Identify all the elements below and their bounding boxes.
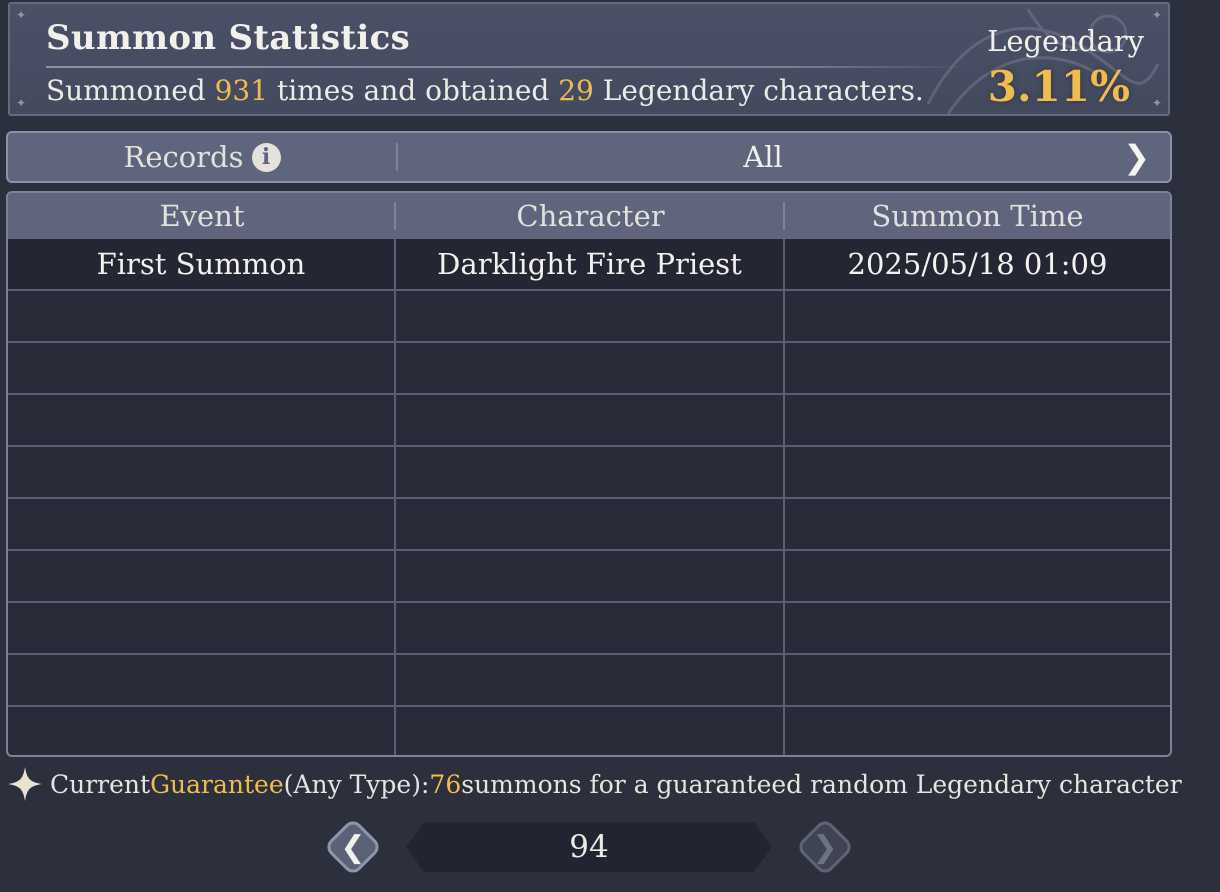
cell-event	[8, 343, 396, 393]
note-prefix: Current	[50, 769, 151, 799]
column-header-character: Character	[396, 193, 785, 239]
next-page-button[interactable]: ❯	[795, 817, 855, 877]
corner-star-icon: ✦	[16, 96, 27, 110]
table-row: First Summon Darklight Fire Priest 2025/…	[8, 239, 1170, 291]
summary-prefix: Summoned	[46, 74, 215, 107]
summon-statistics-header: ✦ ✦ ✦ ✦ Summon Statistics Summoned 931 t…	[8, 2, 1170, 116]
table-header: Event Character Summon Time	[8, 193, 1170, 239]
cell-summon-time	[785, 291, 1170, 341]
cell-character: Darklight Fire Priest	[396, 239, 785, 289]
cell-event	[8, 707, 396, 755]
column-header-summon-time: Summon Time	[871, 199, 1084, 233]
previous-page-button[interactable]: ❮	[323, 817, 383, 877]
table-row	[8, 447, 1170, 499]
cell-summon-time: 2025/05/18 01:09	[847, 247, 1108, 281]
cell-summon-time	[785, 447, 1170, 497]
records-filter-bar: Records i All ❯	[6, 131, 1172, 183]
column-header-event: Event	[8, 193, 396, 239]
corner-star-icon: ✦	[16, 8, 27, 22]
info-icon[interactable]: i	[251, 142, 281, 172]
summon-records-table: Event Character Summon Time First Summon…	[6, 191, 1172, 757]
legendary-count: 29	[558, 74, 594, 107]
cell-event	[8, 551, 396, 601]
table-body: First Summon Darklight Fire Priest 2025/…	[8, 239, 1170, 755]
record-filter-value: All	[743, 140, 783, 174]
cell-event	[8, 499, 396, 549]
records-label: Records	[123, 140, 244, 174]
table-row	[8, 551, 1170, 603]
table-row	[8, 499, 1170, 551]
sparkle-icon	[8, 767, 42, 801]
table-row	[8, 707, 1170, 755]
cell-character	[396, 447, 785, 497]
cell-event	[8, 447, 396, 497]
cell-character	[396, 291, 785, 341]
chevron-right-icon: ❯	[812, 829, 838, 865]
page-title: Summon Statistics	[46, 18, 411, 58]
cell-summon-time	[785, 395, 1170, 445]
table-row	[8, 291, 1170, 343]
guarantee-label: Guarantee	[150, 769, 284, 799]
cell-character	[396, 655, 785, 705]
cell-event	[8, 655, 396, 705]
cell-character	[396, 395, 785, 445]
cell-summon-time	[785, 499, 1170, 549]
summary-mid: times and obtained	[268, 74, 559, 107]
cell-event	[8, 395, 396, 445]
summary-suffix: Legendary characters.	[593, 74, 924, 107]
cell-summon-time	[785, 655, 1170, 705]
note-type: (Any Type):	[283, 769, 430, 799]
title-underline	[46, 66, 974, 68]
legendary-rate-value: 3.11%	[987, 62, 1130, 111]
cell-character	[396, 707, 785, 755]
cell-summon-time	[785, 343, 1170, 393]
page-number: 94	[569, 829, 609, 865]
cell-character	[396, 343, 785, 393]
cell-character	[396, 603, 785, 653]
page-number-field[interactable]: 94	[406, 822, 772, 872]
corner-star-icon: ✦	[1151, 8, 1162, 22]
cell-event	[8, 603, 396, 653]
cell-summon-time	[785, 707, 1170, 755]
records-label-group: Records i	[8, 133, 396, 181]
guarantee-note: Current Guarantee (Any Type): 76 summons…	[6, 764, 1216, 804]
record-filter-select[interactable]: All	[398, 133, 1128, 181]
chevron-right-icon[interactable]: ❯	[1123, 138, 1150, 176]
legendary-rate-label: Legendary	[987, 24, 1144, 58]
corner-star-icon: ✦	[1151, 96, 1162, 110]
summon-count: 931	[214, 74, 269, 107]
cell-event: First Summon	[8, 239, 396, 289]
table-row	[8, 343, 1170, 395]
cell-character	[396, 551, 785, 601]
table-row	[8, 655, 1170, 707]
chevron-left-icon: ❮	[340, 829, 366, 865]
table-row	[8, 603, 1170, 655]
note-suffix: summons for a guaranteed random Legendar…	[461, 769, 1182, 799]
cell-character	[396, 499, 785, 549]
cell-summon-time	[785, 551, 1170, 601]
table-row	[8, 395, 1170, 447]
guarantee-count: 76	[429, 769, 462, 799]
cell-summon-time	[785, 603, 1170, 653]
cell-event	[8, 291, 396, 341]
summon-summary: Summoned 931 times and obtained 29 Legen…	[46, 74, 924, 107]
